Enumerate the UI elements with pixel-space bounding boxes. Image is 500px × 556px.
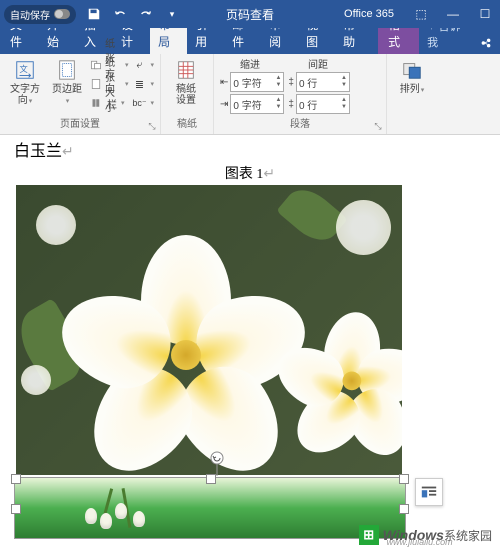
line-numbers-button[interactable]: ≣▾ <box>132 75 154 93</box>
resize-handle-mr[interactable] <box>399 504 409 514</box>
breaks-icon: ⤶ <box>132 58 146 72</box>
layout-options-button[interactable] <box>415 478 443 506</box>
spacing-before-input[interactable]: 0 行▲▼ <box>296 72 350 92</box>
titlebar: 自动保存 ▾ 页码查看 Office 365 ⬚ — ☐ <box>0 0 500 28</box>
image-1[interactable] <box>16 185 402 475</box>
indent-right-input[interactable]: 0 字符▲▼ <box>230 94 284 114</box>
resize-handle-tr[interactable] <box>399 474 409 484</box>
size-icon <box>90 77 102 91</box>
spacing-after-icon: ‡ <box>288 99 294 110</box>
save-button[interactable] <box>84 4 104 24</box>
manuscript-settings-button[interactable]: 稿纸 设置 <box>167 56 205 108</box>
resize-handle-tl[interactable] <box>11 474 21 484</box>
spacing-header: 间距 <box>308 56 328 71</box>
group-label-manuscript: 稿纸 <box>167 118 207 132</box>
margins-button[interactable]: 页边距▾ <box>48 56 86 109</box>
svg-text:文: 文 <box>20 64 28 74</box>
line-numbers-icon: ≣ <box>132 77 146 91</box>
ribbon-min-button[interactable]: ⬚ <box>406 0 436 28</box>
qat-customize-button[interactable]: ▾ <box>162 4 182 24</box>
resize-handle-ml[interactable] <box>11 504 21 514</box>
resize-handle-tm[interactable] <box>206 474 216 484</box>
indent-left-icon: ⇤ <box>220 77 228 88</box>
group-page-setup: 文 文字方向▾ 页边距▾ 纸张方向▾ 纸张大小▾ <box>0 54 161 134</box>
columns-button[interactable]: 栏▾ <box>90 94 128 112</box>
ribbon-tabs: 文件 开始 插入 设计 布局 引用 邮件 审阅 视图 帮助 格式 ♀ 告诉我 <box>0 28 500 54</box>
indent-header: 缩进 <box>240 56 260 71</box>
manuscript-icon <box>174 58 198 82</box>
columns-icon <box>90 96 104 110</box>
group-paragraph: 缩进 间距 ⇤ 0 字符▲▼ ⇥ 0 字符▲▼ ‡ <box>214 54 387 134</box>
image-2-selected[interactable] <box>14 477 406 539</box>
undo-button[interactable] <box>110 4 130 24</box>
office-label: Office 365 <box>344 8 394 20</box>
quick-access-toolbar: ▾ <box>84 4 182 24</box>
caption-1: 图表 1↵ <box>14 163 486 183</box>
orientation-icon <box>90 58 102 72</box>
hyphenation-icon: bc⁻ <box>132 96 146 110</box>
breaks-button[interactable]: ⤶▾ <box>132 56 154 74</box>
paragraph-launcher[interactable]: ⤡ <box>372 120 384 132</box>
paper-size-button[interactable]: 纸张大小▾ <box>90 75 128 93</box>
indent-left-input[interactable]: 0 字符▲▼ <box>230 72 284 92</box>
text-direction-icon: 文 <box>13 58 37 82</box>
arrange-icon <box>400 58 424 82</box>
group-label-paragraph: 段落 <box>220 118 380 132</box>
arrange-button[interactable]: 排列▾ <box>393 56 431 98</box>
text-direction-button[interactable]: 文 文字方向▾ <box>6 56 44 109</box>
hyphenation-button[interactable]: bc⁻▾ <box>132 94 154 112</box>
window-title: 页码查看 <box>226 6 274 23</box>
group-manuscript: 稿纸 设置 稿纸 <box>161 54 214 134</box>
heading-text: 白玉兰↵ <box>14 137 486 161</box>
ribbon: 文 文字方向▾ 页边距▾ 纸张方向▾ 纸张大小▾ <box>0 54 500 135</box>
maximize-button[interactable]: ☐ <box>470 0 500 28</box>
margins-icon <box>55 58 79 82</box>
spacing-before-icon: ‡ <box>288 77 294 88</box>
indent-right-icon: ⇥ <box>220 99 228 110</box>
spacing-after-input[interactable]: 0 行▲▼ <box>296 94 350 114</box>
toggle-switch-icon <box>54 9 70 19</box>
group-arrange: 排列▾ <box>387 54 443 134</box>
redo-button[interactable] <box>136 4 156 24</box>
group-label-page-setup: 页面设置 <box>6 118 154 132</box>
page-setup-launcher[interactable]: ⤡ <box>146 120 158 132</box>
minimize-button[interactable]: — <box>438 0 468 28</box>
autosave-toggle[interactable]: 自动保存 <box>4 5 76 24</box>
share-button[interactable] <box>474 32 498 54</box>
